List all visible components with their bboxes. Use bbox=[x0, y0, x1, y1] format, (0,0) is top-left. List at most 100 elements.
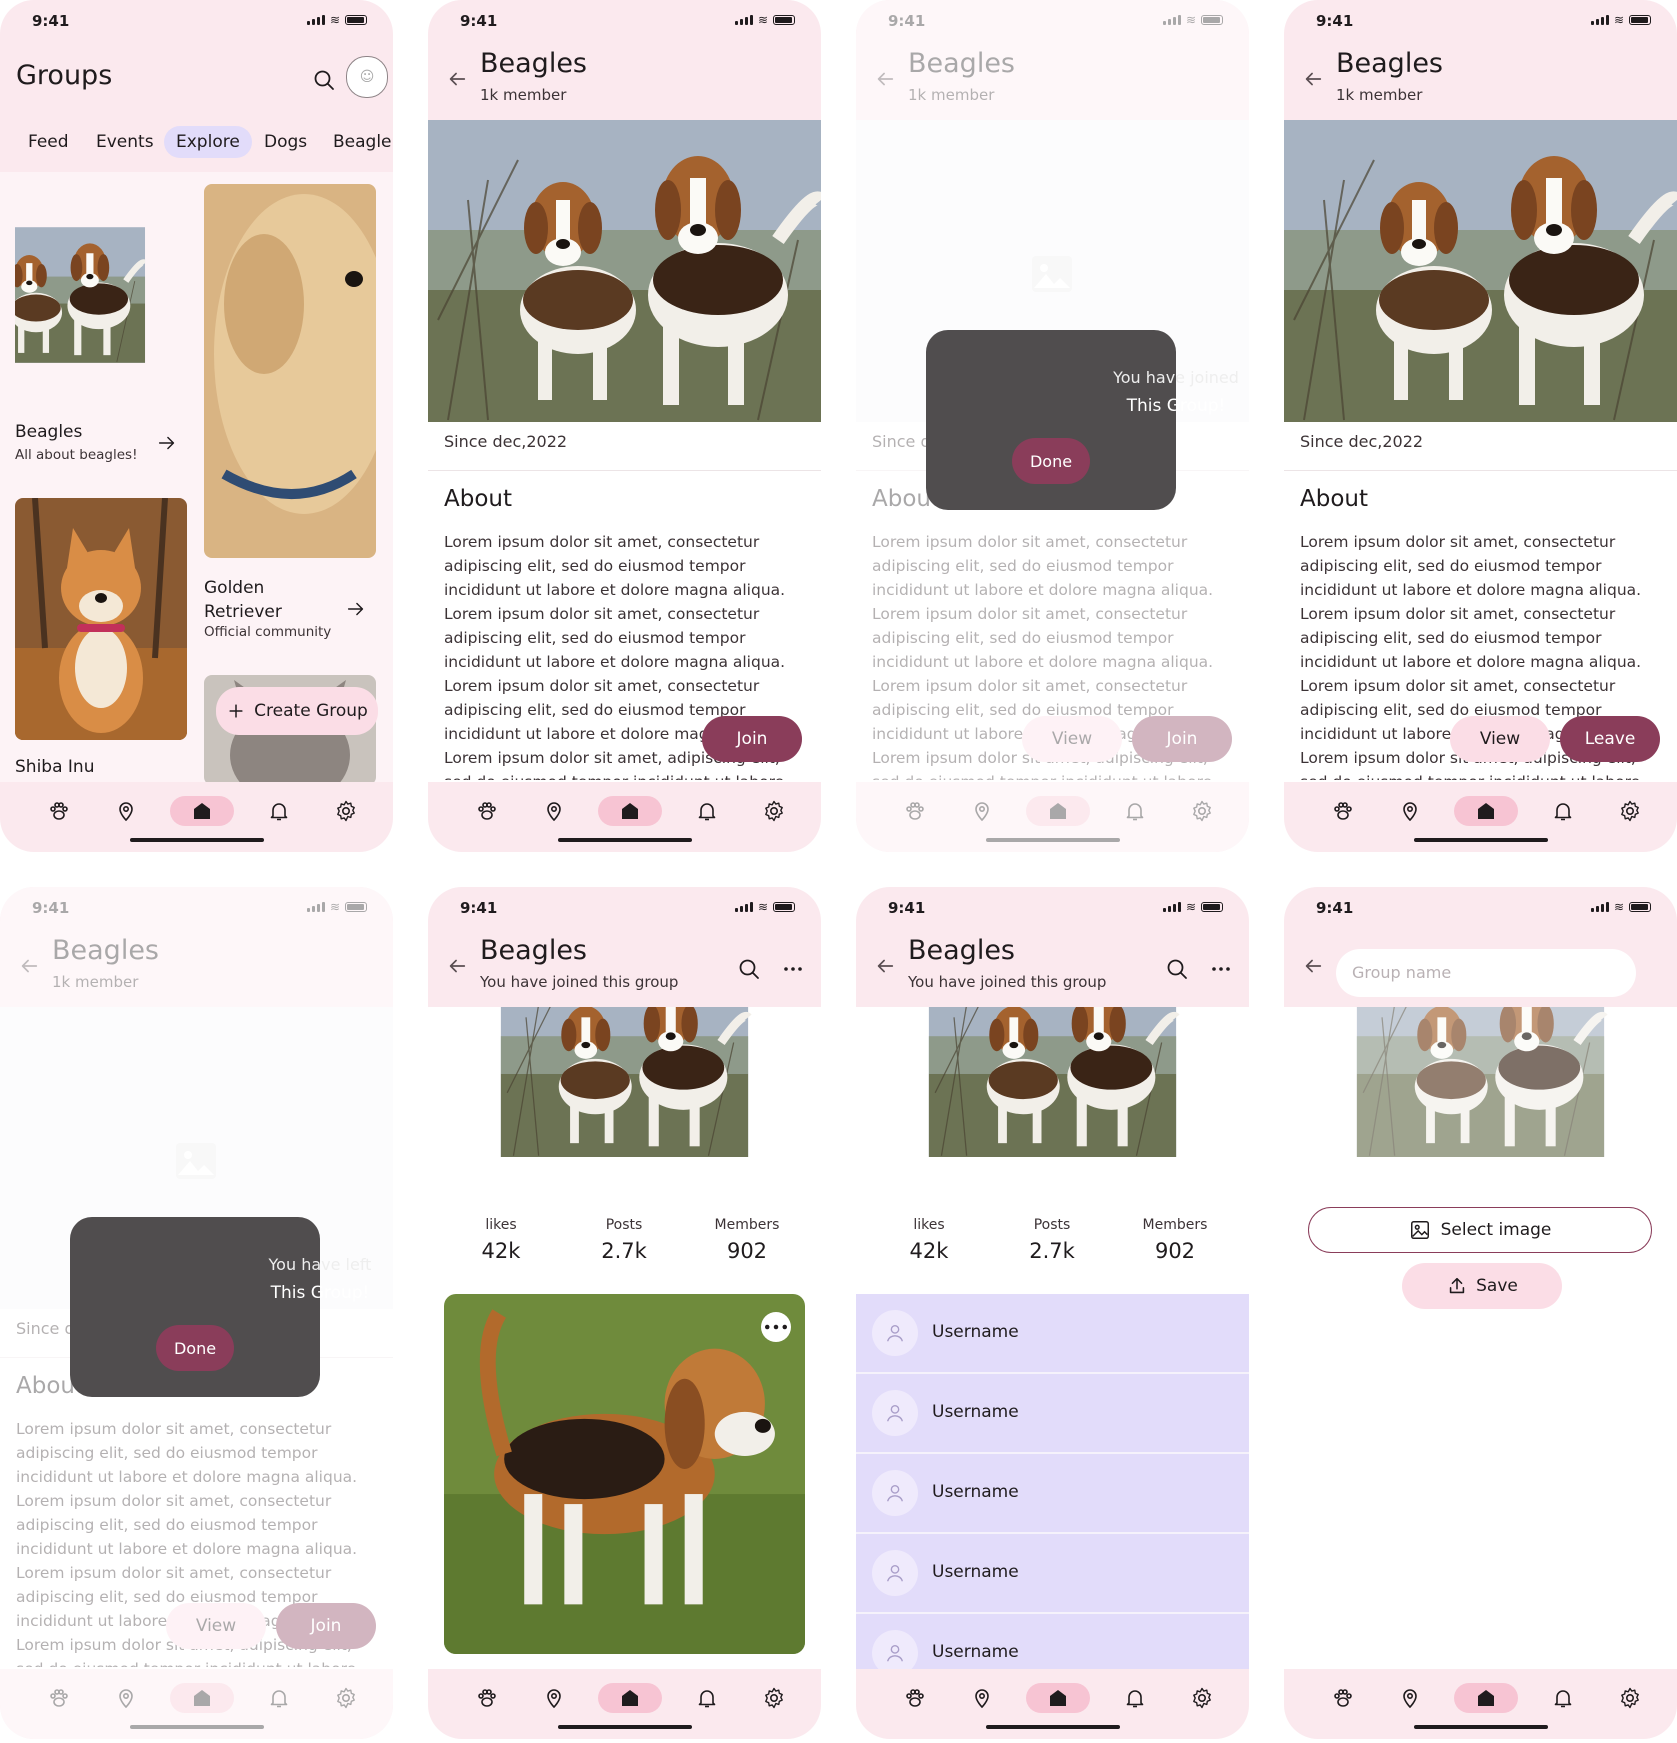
avatar[interactable]: ☺ bbox=[346, 56, 388, 98]
group-cover-image bbox=[856, 1007, 1249, 1197]
settings-icon bbox=[1618, 1686, 1642, 1710]
nav-notifications[interactable] bbox=[256, 796, 301, 826]
more-icon[interactable] bbox=[781, 957, 805, 981]
stat-value: 902 bbox=[1154, 1239, 1196, 1263]
back-arrow-icon[interactable] bbox=[1302, 68, 1324, 90]
upload-icon bbox=[1446, 1275, 1468, 1297]
nav-home[interactable] bbox=[598, 796, 662, 826]
card-title-shiba-inu[interactable]: Shiba Inu bbox=[15, 757, 94, 777]
done-button[interactable]: Done bbox=[156, 1325, 234, 1371]
edit-app-bar: Group name bbox=[1284, 933, 1677, 1007]
nav-location[interactable] bbox=[531, 796, 576, 826]
nav-notifications[interactable] bbox=[1540, 1683, 1585, 1713]
nav-home[interactable] bbox=[1454, 1683, 1518, 1713]
nav-paw[interactable] bbox=[1320, 796, 1365, 826]
card-title-golden-retriever[interactable]: Golden Retriever bbox=[204, 576, 334, 624]
card-subtitle-beagles: All about beagles! bbox=[15, 447, 138, 463]
nav-home[interactable] bbox=[1454, 796, 1518, 826]
group-app-bar: Beagles 1k member bbox=[1284, 46, 1677, 120]
post-more-icon[interactable] bbox=[761, 1312, 791, 1342]
nav-settings[interactable] bbox=[1179, 1683, 1224, 1713]
tab-feed[interactable]: Feed bbox=[16, 126, 81, 158]
edit-group-screen: 9:41 ≋ Group name Select image Save bbox=[1284, 887, 1677, 1739]
divider bbox=[1284, 470, 1677, 471]
nav-notifications[interactable] bbox=[684, 1683, 729, 1713]
back-arrow-icon[interactable] bbox=[874, 955, 896, 977]
post-image[interactable] bbox=[444, 1294, 805, 1654]
nav-settings[interactable] bbox=[751, 1683, 796, 1713]
nav-notifications[interactable] bbox=[1540, 796, 1585, 826]
search-icon[interactable] bbox=[1165, 957, 1189, 981]
tab-beagle[interactable]: Beagle bbox=[321, 126, 393, 158]
card-title-beagles[interactable]: Beagles bbox=[15, 422, 82, 442]
nav-paw[interactable] bbox=[892, 1683, 937, 1713]
back-arrow-icon[interactable] bbox=[1302, 955, 1324, 977]
shiba-inu-thumbnail[interactable] bbox=[15, 498, 187, 740]
status-icons: ≋ bbox=[306, 14, 367, 26]
wifi-icon: ≋ bbox=[1185, 900, 1196, 914]
beagles-thumbnail[interactable] bbox=[15, 184, 187, 406]
search-icon[interactable] bbox=[312, 68, 336, 92]
tab-dogs[interactable]: Dogs bbox=[252, 126, 319, 158]
group-name-input[interactable]: Group name bbox=[1336, 949, 1636, 997]
back-arrow-icon[interactable] bbox=[446, 68, 468, 90]
stat-posts: Posts 2.7k bbox=[1002, 1217, 1102, 1263]
tab-explore[interactable]: Explore bbox=[164, 126, 252, 158]
member-name: Username bbox=[932, 1562, 1019, 1582]
member-row[interactable]: Username bbox=[856, 1454, 1249, 1534]
user-avatar-icon bbox=[872, 1310, 918, 1356]
done-button[interactable]: Done bbox=[1012, 438, 1090, 484]
stat-value: 902 bbox=[726, 1239, 768, 1263]
nav-paw[interactable] bbox=[36, 796, 81, 826]
search-icon[interactable] bbox=[737, 957, 761, 981]
nav-home[interactable] bbox=[598, 1683, 662, 1713]
back-arrow-icon[interactable] bbox=[446, 955, 468, 977]
join-button[interactable]: Join bbox=[702, 716, 802, 762]
nav-location[interactable] bbox=[103, 796, 148, 826]
nav-paw[interactable] bbox=[464, 796, 509, 826]
golden-retriever-thumbnail[interactable] bbox=[204, 184, 376, 558]
create-group-button[interactable]: Create Group bbox=[216, 687, 378, 735]
bottom-nav bbox=[1284, 1669, 1677, 1739]
home-icon bbox=[618, 1686, 642, 1710]
member-row[interactable]: Username bbox=[856, 1294, 1249, 1374]
nav-location[interactable] bbox=[959, 1683, 1004, 1713]
stat-label: Posts bbox=[1033, 1217, 1071, 1233]
signal-icon bbox=[1590, 901, 1609, 912]
home-indicator bbox=[558, 1725, 692, 1729]
nav-paw[interactable] bbox=[464, 1683, 509, 1713]
location-pin-icon bbox=[1398, 799, 1422, 823]
arrow-right-icon[interactable] bbox=[156, 432, 178, 454]
group-title: Beagles bbox=[908, 935, 1015, 966]
select-image-button[interactable]: Select image bbox=[1308, 1207, 1652, 1253]
tab-events[interactable]: Events bbox=[84, 126, 166, 158]
battery-icon bbox=[1629, 902, 1651, 912]
leave-button[interactable]: Leave bbox=[1560, 716, 1660, 762]
group-title: Beagles bbox=[480, 48, 587, 79]
status-bar: 9:41 ≋ bbox=[428, 887, 821, 933]
stat-likes: likes 42k bbox=[879, 1217, 979, 1263]
arrow-right-icon[interactable] bbox=[345, 598, 367, 620]
nav-settings[interactable] bbox=[1607, 796, 1652, 826]
save-button[interactable]: Save bbox=[1402, 1263, 1562, 1309]
nav-location[interactable] bbox=[1387, 1683, 1432, 1713]
view-button[interactable]: View bbox=[1450, 716, 1550, 762]
member-row[interactable]: Username bbox=[856, 1534, 1249, 1614]
nav-notifications[interactable] bbox=[1112, 1683, 1157, 1713]
nav-settings[interactable] bbox=[323, 796, 368, 826]
left-dialog-screen: 9:41 ≋ Beagles 1k member Since dec,2022 … bbox=[0, 887, 393, 1739]
nav-home[interactable] bbox=[1026, 1683, 1090, 1713]
member-row[interactable]: Username bbox=[856, 1374, 1249, 1454]
home-icon bbox=[190, 799, 214, 823]
nav-settings[interactable] bbox=[1607, 1683, 1652, 1713]
nav-location[interactable] bbox=[1387, 796, 1432, 826]
nav-paw[interactable] bbox=[1320, 1683, 1365, 1713]
groups-app-bar: Groups ☺ bbox=[0, 46, 393, 120]
nav-location[interactable] bbox=[531, 1683, 576, 1713]
nav-home[interactable] bbox=[170, 796, 234, 826]
nav-settings[interactable] bbox=[751, 796, 796, 826]
nav-notifications[interactable] bbox=[684, 796, 729, 826]
more-icon[interactable] bbox=[1209, 957, 1233, 981]
image-icon bbox=[1409, 1219, 1431, 1241]
status-icons: ≋ bbox=[734, 14, 795, 26]
